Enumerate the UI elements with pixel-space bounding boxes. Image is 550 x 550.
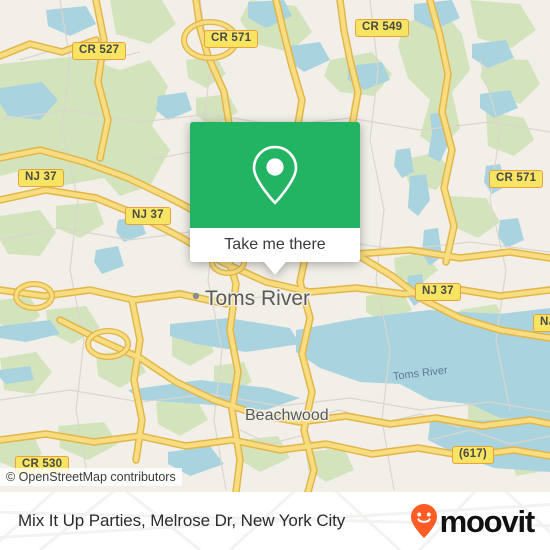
osm-attribution[interactable]: © OpenStreetMap contributors <box>0 468 182 486</box>
road-shield-cr-527: CR 527 <box>72 42 127 60</box>
road-shield-nj-37-west: NJ 37 <box>18 169 64 187</box>
footer-bar: Mix It Up Parties, Melrose Dr, New York … <box>0 492 550 550</box>
road-shield-cr-571-east: CR 571 <box>489 170 544 188</box>
place-label-beachwood: Beachwood <box>245 407 329 424</box>
moovit-pin-smile-icon <box>410 504 437 538</box>
road-shield-cr-549: CR 549 <box>355 19 410 37</box>
popup-tail-pointer <box>264 262 286 275</box>
city-marker-dot <box>192 292 200 300</box>
moovit-logo[interactable]: moovit <box>409 503 536 539</box>
take-me-there-label: Take me there <box>224 236 326 253</box>
map-canvas[interactable]: CR 527 CR 571 CR 549 NJ 37 NJ 37 CR 571 … <box>0 0 550 492</box>
road-shield-nj-37-east: NJ 37 <box>415 283 461 301</box>
road-shield-nj-37-center: NJ 37 <box>125 207 171 225</box>
map-pin-icon <box>252 145 298 205</box>
road-shield-cr-571-north: CR 571 <box>204 30 259 48</box>
moovit-wordmark: moovit <box>439 503 536 539</box>
road-shield-617: (617) <box>452 446 494 464</box>
place-label-toms-river: Toms River <box>205 287 311 310</box>
destination-popup[interactable]: Take me there <box>190 122 360 275</box>
road-shield-nj-edge: NJ <box>533 314 550 332</box>
map-screenshot: CR 527 CR 571 CR 549 NJ 37 NJ 37 CR 571 … <box>0 0 550 550</box>
page-title: Mix It Up Parties, Melrose Dr, New York … <box>18 511 346 530</box>
take-me-there-button[interactable]: Take me there <box>190 228 360 262</box>
popup-pin-panel <box>190 122 360 228</box>
